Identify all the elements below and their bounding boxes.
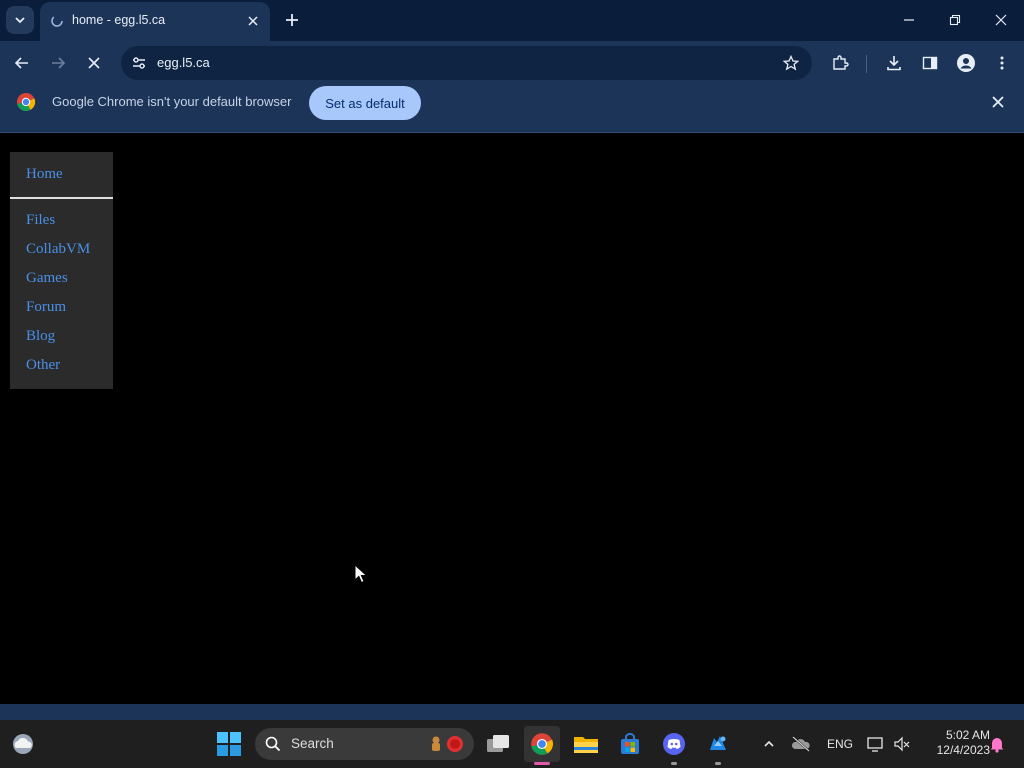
extensions-button[interactable]	[826, 49, 854, 77]
stop-loading-button[interactable]	[80, 49, 108, 77]
toolbar-separator	[866, 55, 867, 73]
tune-icon	[133, 57, 145, 69]
nav-link-forum[interactable]: Forum	[26, 299, 66, 316]
more-vertical-icon	[1000, 56, 1004, 70]
tab-search-button[interactable]	[6, 6, 34, 34]
volume-tray-button[interactable]	[890, 732, 914, 756]
nav-link-other[interactable]: Other	[26, 357, 60, 374]
input-language[interactable]: ENG	[827, 737, 853, 751]
close-icon	[248, 16, 258, 26]
default-browser-infobar: Google Chrome isn't your default browser…	[0, 86, 1024, 133]
nav-link-games[interactable]: Games	[26, 270, 68, 287]
search-icon	[265, 736, 281, 752]
speaker-muted-icon	[894, 736, 910, 752]
network-tray-button[interactable]	[864, 732, 888, 756]
restore-icon	[949, 14, 961, 26]
chevron-down-icon	[15, 17, 25, 24]
taskbar: Search ENG 5:02 AM 12/4/2023	[0, 720, 1024, 768]
window-close-button[interactable]	[978, 0, 1024, 40]
clock-date: 12/4/2023	[936, 743, 990, 757]
close-icon	[88, 57, 100, 69]
avatar-icon	[957, 54, 975, 72]
weather-cloud-icon[interactable]	[10, 732, 36, 756]
profile-button[interactable]	[952, 49, 980, 77]
show-hidden-icons-button[interactable]	[757, 732, 781, 756]
chrome-logo-icon	[17, 93, 36, 112]
tab-close-button[interactable]	[244, 12, 262, 30]
web-page: Home Files CollabVM Games Forum Blog Oth…	[0, 134, 1024, 704]
nav-link-files[interactable]: Files	[26, 212, 55, 229]
puzzle-icon	[833, 55, 849, 70]
close-icon	[995, 14, 1007, 26]
network-icon	[867, 737, 883, 752]
taskbar-discord-button[interactable]	[656, 726, 692, 765]
nav-divider	[10, 197, 113, 199]
search-placeholder: Search	[291, 736, 334, 751]
active-app-indicator	[534, 762, 550, 765]
nav-link-blog[interactable]: Blog	[26, 328, 55, 345]
bell-icon	[990, 738, 1004, 753]
downloads-button[interactable]	[880, 49, 908, 77]
back-button[interactable]	[8, 49, 36, 77]
plus-icon	[286, 14, 298, 26]
nav-link-collabvm[interactable]: CollabVM	[26, 241, 90, 258]
browser-menu-button[interactable]	[988, 49, 1016, 77]
task-view-icon	[487, 735, 509, 752]
set-as-default-button[interactable]: Set as default	[309, 86, 421, 120]
restore-button[interactable]	[932, 0, 978, 40]
chrome-logo-icon	[531, 733, 554, 755]
tab-strip: home - egg.l5.ca	[0, 0, 1024, 41]
taskbar-app-button[interactable]	[700, 726, 736, 765]
taskbar-file-explorer-button[interactable]	[568, 726, 604, 762]
running-app-indicator	[671, 762, 677, 765]
system-clock[interactable]: 5:02 AM 12/4/2023	[920, 728, 990, 758]
cloud-offline-icon	[791, 736, 810, 752]
bookmark-button[interactable]	[780, 52, 802, 74]
infobar-message: Google Chrome isn't your default browser	[52, 94, 292, 109]
windows-start-icon[interactable]	[216, 731, 242, 757]
taskbar-search-box[interactable]: Search	[255, 728, 474, 760]
folder-icon	[574, 737, 598, 753]
tab-title: home - egg.l5.ca	[72, 13, 166, 27]
window-bottom-frame	[0, 704, 1024, 720]
notifications-button[interactable]	[985, 732, 1009, 756]
download-icon	[887, 56, 901, 71]
task-view-button[interactable]	[480, 726, 516, 762]
site-info-button[interactable]	[127, 51, 151, 75]
star-icon	[783, 55, 799, 71]
loading-favicon-icon	[51, 15, 63, 27]
taskbar-store-button[interactable]	[612, 726, 648, 762]
arrow-left-icon	[14, 57, 28, 69]
onedrive-tray-button[interactable]	[789, 732, 813, 756]
new-tab-button[interactable]	[280, 8, 304, 32]
store-icon	[621, 733, 639, 754]
mouse-cursor-icon	[354, 564, 368, 584]
taskbar-chrome-button[interactable]	[524, 726, 560, 765]
search-highlight-icon	[432, 736, 463, 752]
minimize-icon	[904, 19, 914, 21]
close-icon	[992, 96, 1004, 108]
chevron-up-icon	[764, 740, 774, 747]
nav-link-home[interactable]: Home	[26, 166, 63, 183]
running-app-indicator	[715, 762, 721, 765]
active-tab[interactable]: home - egg.l5.ca	[40, 2, 270, 41]
site-nav: Home Files CollabVM Games Forum Blog Oth…	[10, 152, 113, 389]
arrow-right-icon	[52, 57, 66, 69]
infobar-close-button[interactable]	[988, 92, 1008, 112]
side-panel-icon	[922, 56, 938, 70]
app-icon	[710, 736, 726, 750]
address-url: egg.l5.ca	[157, 55, 210, 70]
screen: home - egg.l5.ca egg.l5.ca Google Chrome…	[0, 0, 1024, 768]
minimize-button[interactable]	[886, 0, 932, 40]
forward-button[interactable]	[44, 49, 72, 77]
clock-time: 5:02 AM	[945, 728, 990, 742]
address-bar[interactable]: egg.l5.ca	[121, 46, 812, 80]
side-panel-button[interactable]	[916, 49, 944, 77]
discord-icon	[663, 733, 685, 755]
browser-toolbar: egg.l5.ca	[0, 41, 1024, 86]
